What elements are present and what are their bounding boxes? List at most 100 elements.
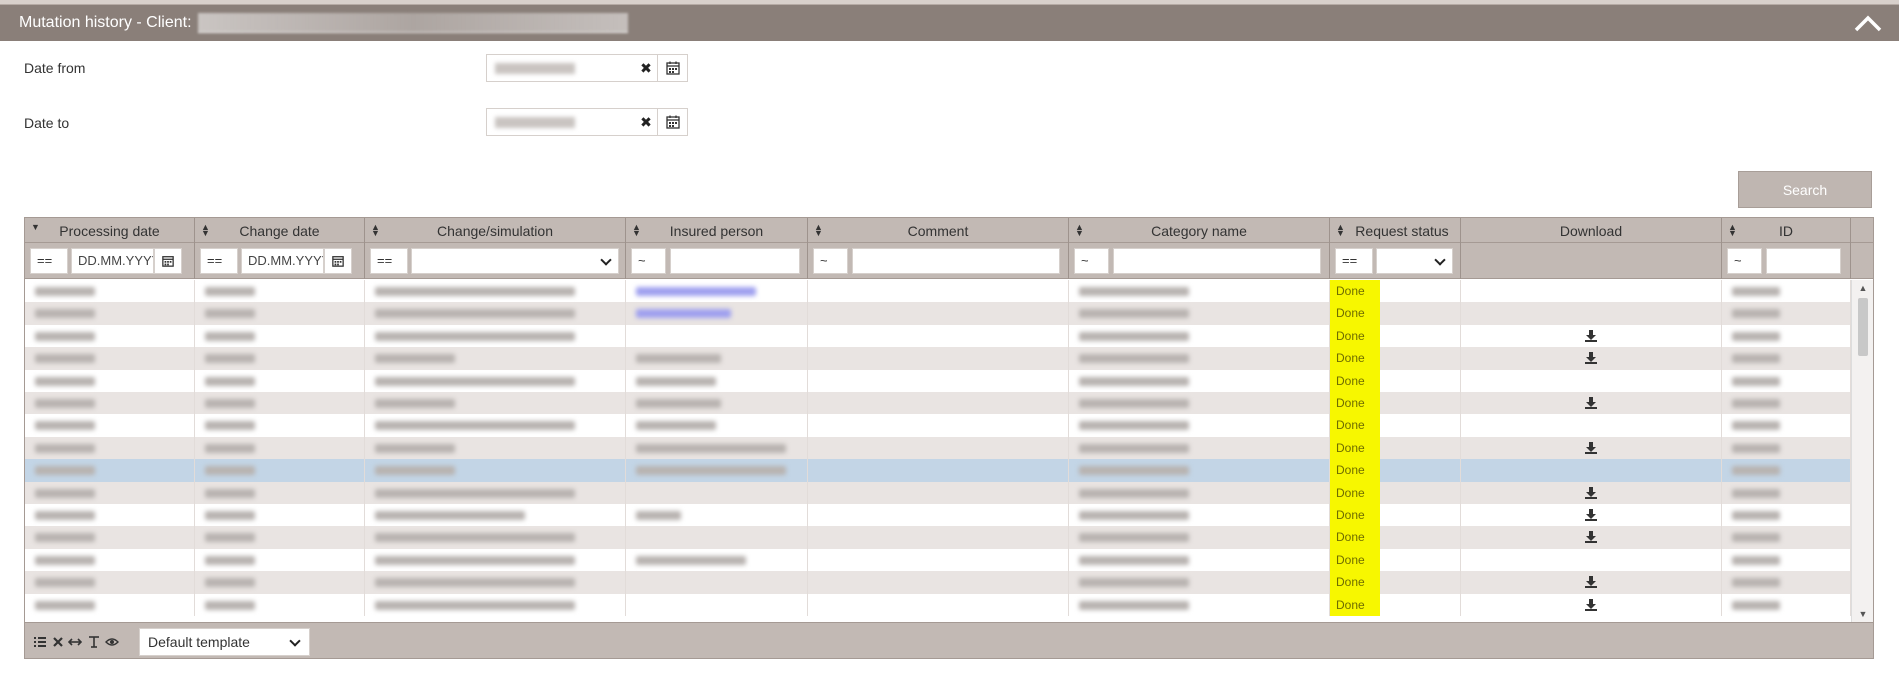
date-to-field[interactable]: ✖ (486, 108, 688, 136)
date-from-clear-icon[interactable]: ✖ (635, 55, 657, 81)
redacted-value (636, 309, 731, 319)
vertical-scrollbar[interactable]: ▲ ▼ (1851, 280, 1873, 622)
col-label: Change/simulation (437, 222, 553, 239)
table-row[interactable]: Done (25, 504, 1851, 527)
filter-date-input[interactable]: DD.MM.YYYY (241, 248, 324, 274)
col-header-change-simulation[interactable]: ▲ ▼ Change/simulation (365, 218, 626, 243)
scroll-thumb[interactable] (1858, 298, 1868, 356)
table-row[interactable]: Done (25, 571, 1851, 594)
resize-icon[interactable] (68, 635, 82, 649)
table-row[interactable]: Done (25, 548, 1851, 572)
text-icon[interactable] (87, 635, 101, 649)
filter-date-input[interactable]: DD.MM.YYYY (71, 248, 154, 274)
filter-operator[interactable]: == (370, 248, 408, 274)
list-icon[interactable] (33, 635, 47, 649)
filter-operator[interactable]: == (200, 248, 238, 274)
sort-icon[interactable]: ▲ ▼ (1336, 223, 1345, 238)
filter-operator[interactable]: ~ (813, 248, 848, 274)
redacted-value (205, 399, 255, 408)
col-header-change-date[interactable]: ▲ ▼ Change date (195, 218, 365, 243)
date-to-value[interactable] (487, 109, 635, 135)
calendar-icon[interactable] (154, 248, 182, 274)
filter-select[interactable] (411, 248, 619, 274)
table-row[interactable]: Done (25, 526, 1851, 549)
filter-text-input[interactable] (852, 248, 1060, 274)
sort-icon[interactable]: ▲ ▼ (371, 223, 380, 238)
download-icon[interactable] (1584, 530, 1598, 544)
table-cell (25, 347, 195, 370)
sort-desc-icon[interactable]: ▼ (31, 223, 40, 232)
table-cell (1722, 459, 1851, 482)
download-icon[interactable] (1584, 441, 1598, 455)
download-icon[interactable] (1584, 486, 1598, 500)
filter-operator[interactable]: ~ (631, 248, 666, 274)
filter-operator[interactable]: == (1335, 248, 1373, 274)
table-row[interactable]: Done (25, 280, 1851, 303)
download-icon[interactable] (1584, 575, 1598, 589)
request-status-value: Done (1330, 347, 1380, 370)
sort-icon[interactable]: ▲ ▼ (632, 223, 641, 238)
date-to-calendar-icon[interactable] (657, 109, 687, 135)
eye-icon[interactable] (105, 635, 119, 649)
table-row[interactable]: Done (25, 481, 1851, 504)
client-name-redacted (197, 13, 628, 33)
col-header-insured-person[interactable]: ▲ ▼ Insured person (626, 218, 808, 243)
download-icon[interactable] (1584, 598, 1598, 612)
redacted-value (1732, 376, 1780, 386)
table-row[interactable]: Done (25, 302, 1851, 325)
search-button[interactable]: Search (1738, 171, 1872, 208)
table-row[interactable]: Done (25, 347, 1851, 370)
table-cell (195, 414, 365, 437)
redacted-value (1732, 466, 1780, 476)
redacted-value (205, 376, 255, 386)
table-row[interactable]: Done (25, 369, 1851, 392)
table-cell (1069, 302, 1330, 325)
scroll-down-icon[interactable]: ▼ (1852, 606, 1873, 622)
download-icon[interactable] (1584, 508, 1598, 522)
table-row[interactable]: Done (25, 414, 1851, 437)
col-header-category-name[interactable]: ▲ ▼ Category name (1069, 218, 1330, 243)
table-cell (808, 548, 1069, 572)
table-row[interactable]: Done (25, 459, 1851, 482)
download-icon[interactable] (1584, 329, 1598, 343)
sort-icon[interactable]: ▲ ▼ (814, 223, 823, 238)
redacted-value (1732, 511, 1780, 520)
chevron-up-icon[interactable] (1851, 11, 1885, 35)
date-to-clear-icon[interactable]: ✖ (635, 109, 657, 135)
table-row[interactable]: Done (25, 324, 1851, 348)
calendar-icon[interactable] (324, 248, 352, 274)
filter-select[interactable] (1376, 248, 1453, 274)
close-icon[interactable] (51, 635, 65, 649)
download-icon[interactable] (1584, 396, 1598, 410)
redacted-value (1079, 555, 1189, 565)
col-header-comment[interactable]: ▲ ▼ Comment (808, 218, 1069, 243)
table-cell (808, 481, 1069, 504)
filter-text-input[interactable] (670, 248, 800, 274)
filter-operator[interactable]: ~ (1074, 248, 1109, 274)
table-cell (626, 548, 808, 572)
table-cell (808, 324, 1069, 348)
sort-icon[interactable]: ▲ ▼ (1075, 223, 1084, 238)
redacted-value (1079, 600, 1189, 610)
table-cell (626, 481, 808, 504)
col-header-id[interactable]: ▲ ▼ ID (1722, 218, 1851, 243)
date-from-value[interactable] (487, 55, 635, 81)
filter-operator[interactable]: ~ (1727, 248, 1762, 274)
table-row[interactable]: Done (25, 392, 1851, 415)
col-header-request-status[interactable]: ▲ ▼ Request status (1330, 218, 1461, 243)
filter-operator[interactable]: == (30, 248, 68, 274)
download-icon[interactable] (1584, 351, 1598, 365)
col-header-processing-date[interactable]: ▼ Processing date (25, 218, 195, 243)
date-from-field[interactable]: ✖ (486, 54, 688, 82)
filter-text-input[interactable] (1113, 248, 1321, 274)
date-from-label: Date from (24, 60, 86, 76)
sort-icon[interactable]: ▲ ▼ (201, 223, 210, 238)
redacted-value (1732, 443, 1780, 453)
table-row[interactable]: Done (25, 436, 1851, 460)
sort-icon[interactable]: ▲ ▼ (1728, 223, 1737, 238)
filter-text-input[interactable] (1766, 248, 1841, 274)
date-from-calendar-icon[interactable] (657, 55, 687, 81)
scroll-up-icon[interactable]: ▲ (1852, 280, 1873, 296)
template-select[interactable]: Default template (139, 628, 310, 656)
table-row[interactable]: Done (25, 593, 1851, 616)
